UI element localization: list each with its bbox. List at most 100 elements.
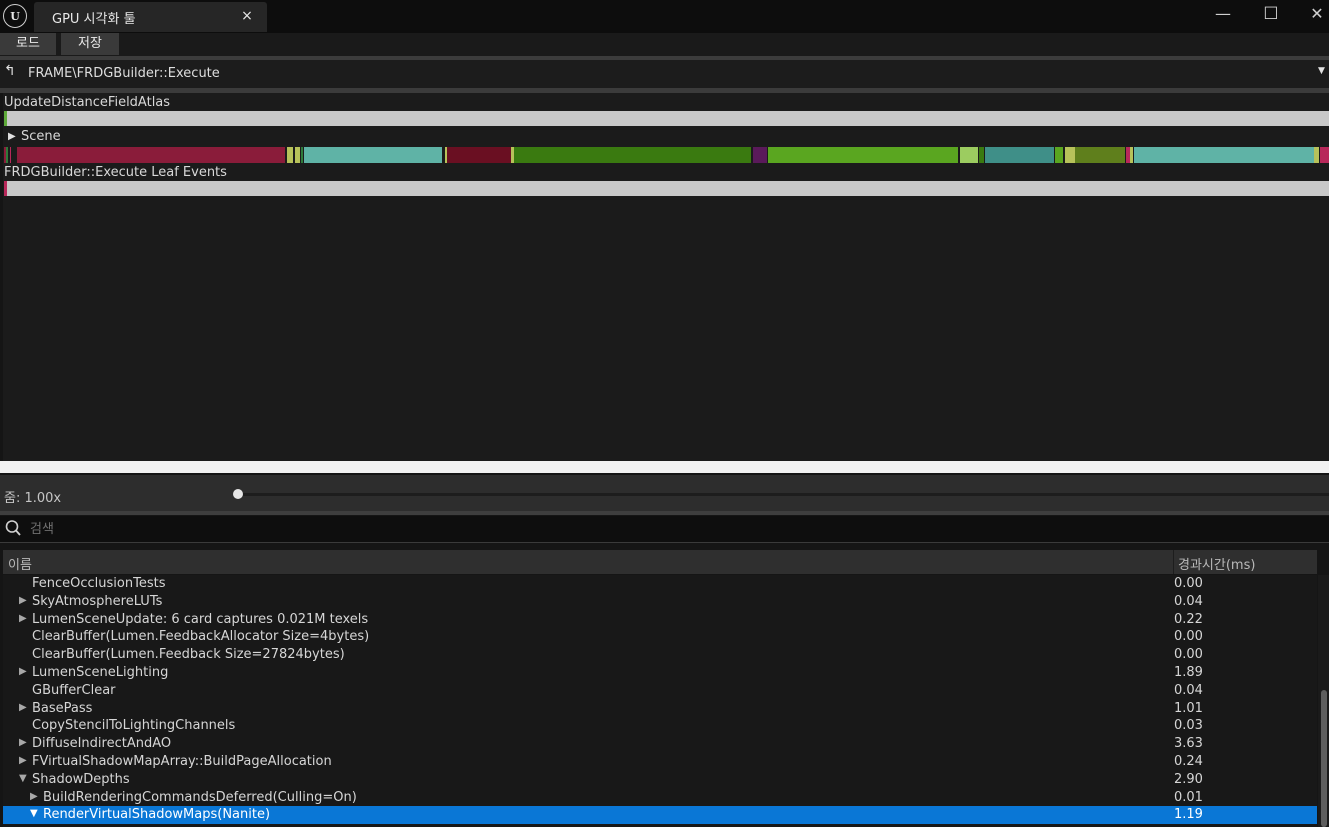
scene-event-segment[interactable] bbox=[1320, 147, 1329, 163]
expand-arrow-icon[interactable]: ▶ bbox=[8, 131, 16, 142]
row-time: 0.00 bbox=[1174, 576, 1203, 591]
vertical-scrollbar-thumb[interactable] bbox=[1321, 690, 1327, 827]
row-time: 0.04 bbox=[1174, 593, 1203, 609]
search-input[interactable] bbox=[30, 518, 1320, 540]
scene-event-segment[interactable] bbox=[17, 147, 285, 163]
table-row[interactable]: ▶ DiffuseIndirectAndAO 3.63 bbox=[3, 735, 1317, 753]
scene-event-segment[interactable] bbox=[1055, 147, 1063, 163]
table-row[interactable]: ClearBuffer(Lumen.FeedbackAllocator Size… bbox=[3, 628, 1317, 646]
table-row[interactable]: CopyStencilToLightingChannels 0.03 bbox=[3, 717, 1317, 735]
zoom-slider-track[interactable] bbox=[238, 493, 1329, 496]
unreal-logo-icon: U bbox=[3, 4, 27, 28]
scene-event-segment[interactable] bbox=[447, 147, 511, 163]
table-row[interactable]: ▶ BuildRenderingCommandsDeferred(Culling=… bbox=[3, 789, 1317, 807]
table-row[interactable]: ▶ FVirtualShadowMapArray::BuildPageAlloca… bbox=[3, 753, 1317, 771]
scene-event-segment[interactable] bbox=[301, 147, 303, 163]
scene-event-segment[interactable] bbox=[514, 147, 751, 163]
row-time: 1.89 bbox=[1174, 665, 1203, 680]
chevron-down-icon[interactable]: ▼ bbox=[1318, 66, 1325, 76]
scene-event-segment[interactable] bbox=[985, 147, 1054, 163]
table-row[interactable]: ▼ RenderVirtualShadowMaps(Nanite) 1.19 bbox=[3, 806, 1317, 825]
row-time: 0.01 bbox=[1174, 789, 1203, 805]
zoom-label: 줌: 1.00x bbox=[4, 491, 62, 506]
row-name: RenderVirtualShadowMaps(Nanite) bbox=[43, 807, 271, 823]
tab-title: GPU 시각화 툴 bbox=[52, 12, 136, 27]
expand-arrow-icon[interactable]: ▶ bbox=[30, 791, 38, 802]
row-name: FenceOcclusionTests bbox=[32, 576, 166, 591]
expand-arrow-icon[interactable]: ▶ bbox=[19, 666, 27, 677]
track-label-leaf-events: FRDGBuilder::Execute Leaf Events bbox=[4, 165, 227, 180]
row-name: SkyAtmosphereLUTs bbox=[32, 593, 163, 609]
track-event-marker[interactable] bbox=[4, 111, 7, 126]
load-button[interactable]: 로드 bbox=[0, 33, 56, 55]
table-row[interactable]: ▼ ShadowDepths 2.90 bbox=[3, 771, 1317, 789]
collapse-arrow-icon[interactable]: ▼ bbox=[19, 773, 27, 784]
scene-event-segment[interactable] bbox=[304, 147, 314, 163]
scene-event-segment[interactable] bbox=[10, 147, 11, 163]
expand-arrow-icon[interactable]: ▶ bbox=[19, 755, 27, 766]
row-name: ClearBuffer(Lumen.FeedbackAllocator Size… bbox=[32, 629, 370, 645]
save-button[interactable]: 저장 bbox=[61, 33, 119, 55]
close-icon[interactable]: ✕ bbox=[1302, 4, 1329, 26]
row-name: FVirtualShadowMapArray::BuildPageAllocat… bbox=[32, 754, 332, 769]
scene-event-segment[interactable] bbox=[1075, 147, 1125, 163]
row-name: LumenSceneLighting bbox=[32, 665, 169, 680]
table-row[interactable]: ▶ LumenSceneUpdate: 6 card captures 0.021… bbox=[3, 611, 1317, 629]
row-time: 0.03 bbox=[1174, 718, 1203, 734]
track-event-marker[interactable] bbox=[4, 181, 7, 196]
track-bar-update-distance-field-atlas[interactable] bbox=[4, 111, 1329, 126]
expand-arrow-icon[interactable]: ▶ bbox=[19, 595, 27, 606]
row-time: 2.90 bbox=[1174, 771, 1203, 787]
expand-arrow-icon[interactable]: ▶ bbox=[19, 613, 27, 624]
zoom-slider-handle[interactable] bbox=[233, 489, 243, 499]
column-divider[interactable] bbox=[1173, 550, 1174, 574]
track-label-update-distance-field-atlas: UpdateDistanceFieldAtlas bbox=[4, 95, 171, 110]
table-row[interactable]: ▶ BasePass 1.01 bbox=[3, 700, 1317, 718]
up-level-icon[interactable]: ↰ bbox=[4, 63, 22, 83]
timeline-bottom-border bbox=[0, 461, 1329, 473]
scene-event-segment[interactable] bbox=[314, 147, 442, 163]
scene-event-segment[interactable] bbox=[1134, 147, 1314, 163]
scene-event-segment[interactable] bbox=[768, 147, 958, 163]
expand-arrow-icon[interactable]: ▶ bbox=[19, 737, 27, 748]
table-row[interactable]: FenceOcclusionTests 0.00 bbox=[3, 575, 1317, 593]
row-time: 0.00 bbox=[1174, 647, 1203, 663]
divider bbox=[0, 511, 1329, 515]
row-time: 1.01 bbox=[1174, 700, 1203, 716]
table-row[interactable]: ClearBuffer(Lumen.Feedback Size=27824byt… bbox=[3, 646, 1317, 664]
breadcrumb-path[interactable]: FRAME\FRDGBuilder::Execute bbox=[28, 66, 220, 81]
expand-arrow-icon[interactable]: ▶ bbox=[19, 702, 27, 713]
row-time: 0.04 bbox=[1174, 682, 1203, 698]
row-name: LumenSceneUpdate: 6 card captures 0.021M… bbox=[32, 611, 369, 627]
scene-event-segment[interactable] bbox=[960, 147, 978, 163]
scene-event-segment[interactable] bbox=[979, 147, 984, 163]
scene-event-segment[interactable] bbox=[1065, 147, 1075, 163]
table-row[interactable]: GBufferClear 0.04 bbox=[3, 682, 1317, 700]
track-bar-leaf-events[interactable] bbox=[4, 181, 1329, 196]
row-time: 0.24 bbox=[1174, 754, 1203, 769]
column-header-name[interactable]: 이름 bbox=[8, 554, 32, 573]
row-time: 1.19 bbox=[1174, 807, 1203, 823]
scene-event-segment[interactable] bbox=[6, 147, 8, 163]
search-icon bbox=[5, 520, 21, 536]
scene-event-segment[interactable] bbox=[1130, 147, 1133, 163]
scene-event-segment[interactable] bbox=[287, 147, 293, 163]
scene-event-segment[interactable] bbox=[1314, 147, 1319, 163]
table-row[interactable]: ▶ LumenSceneLighting 1.89 bbox=[3, 664, 1317, 682]
row-name: BuildRenderingCommandsDeferred(Culling=O… bbox=[43, 789, 357, 805]
scene-event-segment[interactable] bbox=[753, 147, 767, 163]
minimize-icon[interactable]: — bbox=[1208, 4, 1238, 26]
scene-event-segment[interactable] bbox=[295, 147, 300, 163]
collapse-arrow-icon[interactable]: ▼ bbox=[30, 808, 38, 819]
row-time: 0.00 bbox=[1174, 629, 1203, 645]
toolbar bbox=[0, 33, 1329, 56]
row-name: ShadowDepths bbox=[32, 771, 130, 787]
maximize-icon[interactable]: ☐ bbox=[1256, 4, 1286, 26]
row-name: BasePass bbox=[32, 700, 93, 716]
row-name: GBufferClear bbox=[32, 682, 116, 698]
row-time: 0.22 bbox=[1174, 611, 1203, 627]
scene-event-track[interactable] bbox=[4, 147, 1329, 163]
column-header-time[interactable]: 경과시간(ms) bbox=[1178, 554, 1255, 573]
table-row[interactable]: ▶ SkyAtmosphereLUTs 0.04 bbox=[3, 593, 1317, 611]
tab-close-icon[interactable]: × bbox=[240, 6, 254, 26]
